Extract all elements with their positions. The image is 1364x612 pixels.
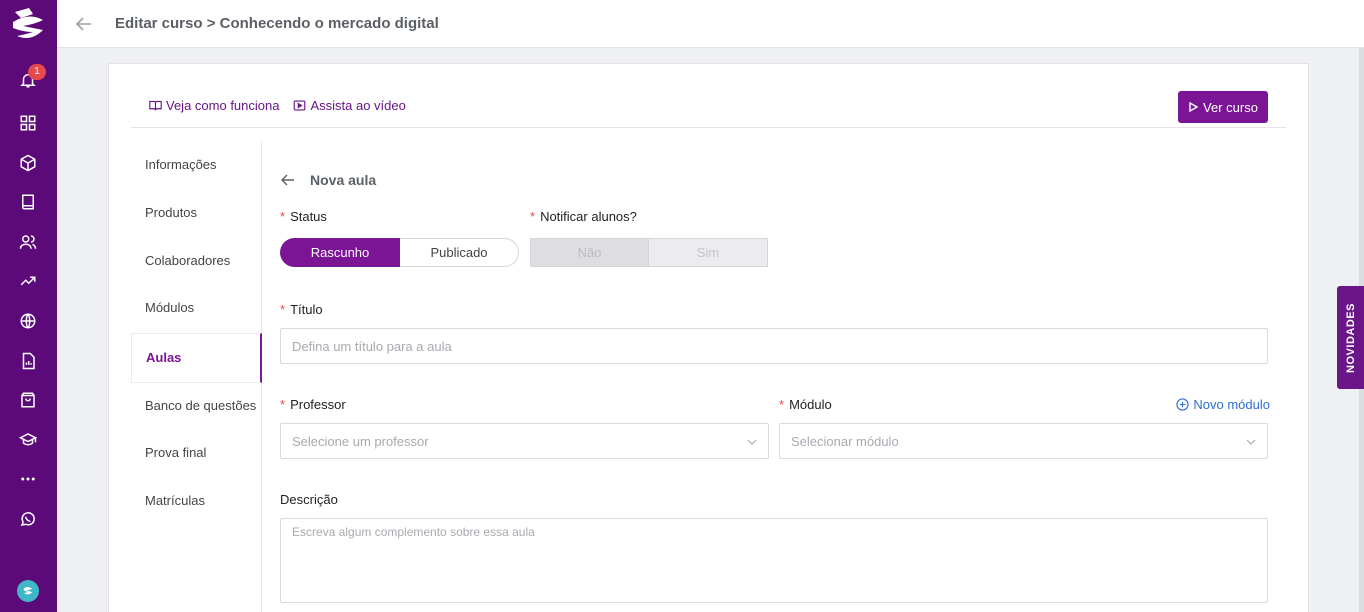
form-title: Nova aula — [310, 172, 377, 188]
subnav-item-matriculas[interactable]: Matrículas — [145, 493, 205, 508]
how-it-works-label: Veja como funciona — [166, 98, 280, 113]
shopping-bag-icon[interactable] — [16, 388, 40, 412]
avatar[interactable] — [17, 580, 39, 602]
notification-badge: 1 — [28, 64, 46, 80]
globe-icon[interactable] — [16, 309, 40, 333]
title-label: * Título — [280, 302, 323, 317]
back-arrow-icon[interactable] — [74, 14, 94, 34]
notify-toggle: Não Sim — [530, 238, 768, 267]
trending-up-icon[interactable] — [16, 269, 40, 293]
main-sidebar: 1 — [0, 0, 57, 612]
notify-option-sim[interactable]: Sim — [649, 238, 768, 267]
description-label: Descrição — [280, 492, 338, 507]
novidades-tab[interactable]: NOVIDADES — [1337, 286, 1364, 389]
watch-video-link[interactable]: Assista ao vídeo — [293, 98, 406, 113]
video-icon — [294, 100, 306, 111]
book-open-icon — [149, 100, 162, 111]
subnav-item-aulas[interactable]: Aulas — [131, 333, 262, 383]
notify-option-nao[interactable]: Não — [530, 238, 649, 267]
cube-icon[interactable] — [16, 151, 40, 175]
play-icon — [1189, 102, 1199, 112]
status-option-publicado[interactable]: Publicado — [400, 238, 519, 267]
divider — [131, 127, 1286, 128]
chevron-down-icon — [1246, 439, 1256, 445]
plus-circle-icon — [1176, 398, 1190, 411]
subnav-item-produtos[interactable]: Produtos — [145, 205, 197, 220]
whatsapp-icon[interactable] — [16, 507, 40, 531]
help-links: Veja como funciona Assista ao vídeo — [149, 98, 406, 113]
form-back-icon[interactable] — [280, 172, 296, 188]
notify-label: * Notificar alunos? — [530, 209, 637, 224]
breadcrumb: Editar curso > Conhecendo o mercado digi… — [115, 15, 439, 32]
graduation-cap-icon[interactable] — [16, 428, 40, 452]
book-icon[interactable] — [16, 190, 40, 214]
status-toggle: Rascunho Publicado — [280, 238, 519, 267]
new-module-label: Novo módulo — [1193, 397, 1270, 412]
chevron-down-icon — [747, 439, 757, 445]
subnav-item-modulos[interactable]: Módulos — [145, 300, 194, 315]
title-input[interactable]: Defina um título para a aula — [280, 328, 1268, 364]
subnav-item-colaboradores[interactable]: Colaboradores — [145, 253, 230, 268]
professor-label: * Professor — [280, 397, 346, 412]
grid-icon[interactable] — [16, 111, 40, 135]
modulo-label: * Módulo — [779, 397, 832, 412]
subnav-item-prova-final[interactable]: Prova final — [145, 445, 206, 460]
professor-select[interactable]: Selecione um professor — [280, 423, 769, 459]
main-card: Veja como funciona Assista ao vídeo Ver … — [108, 63, 1309, 612]
watch-video-label: Assista ao vídeo — [310, 98, 406, 113]
view-course-label: Ver curso — [1203, 99, 1258, 115]
subnav-item-aulas-label: Aulas — [146, 350, 182, 365]
new-module-link[interactable]: Novo módulo — [1176, 397, 1270, 412]
status-option-rascunho[interactable]: Rascunho — [280, 238, 400, 267]
novidades-label: NOVIDADES — [1344, 302, 1357, 373]
professor-placeholder: Selecione um professor — [292, 433, 429, 449]
users-icon[interactable] — [16, 230, 40, 254]
how-it-works-link[interactable]: Veja como funciona — [149, 98, 279, 113]
report-icon[interactable] — [16, 349, 40, 373]
more-icon[interactable] — [16, 467, 40, 491]
view-course-button[interactable]: Ver curso — [1178, 91, 1268, 123]
subnav-item-banco-questoes[interactable]: Banco de questões — [145, 398, 256, 413]
modulo-placeholder: Selecionar módulo — [791, 433, 899, 449]
course-subnav: Informações Produtos Colaboradores Módul… — [131, 142, 262, 612]
description-textarea[interactable]: Escreva algum complemento sobre essa aul… — [280, 518, 1268, 603]
logo-icon[interactable] — [9, 4, 49, 44]
status-label: * Status — [280, 209, 327, 224]
top-header: Editar curso > Conhecendo o mercado digi… — [57, 0, 1364, 48]
subnav-item-informacoes[interactable]: Informações — [145, 157, 217, 172]
modulo-select[interactable]: Selecionar módulo — [779, 423, 1268, 459]
